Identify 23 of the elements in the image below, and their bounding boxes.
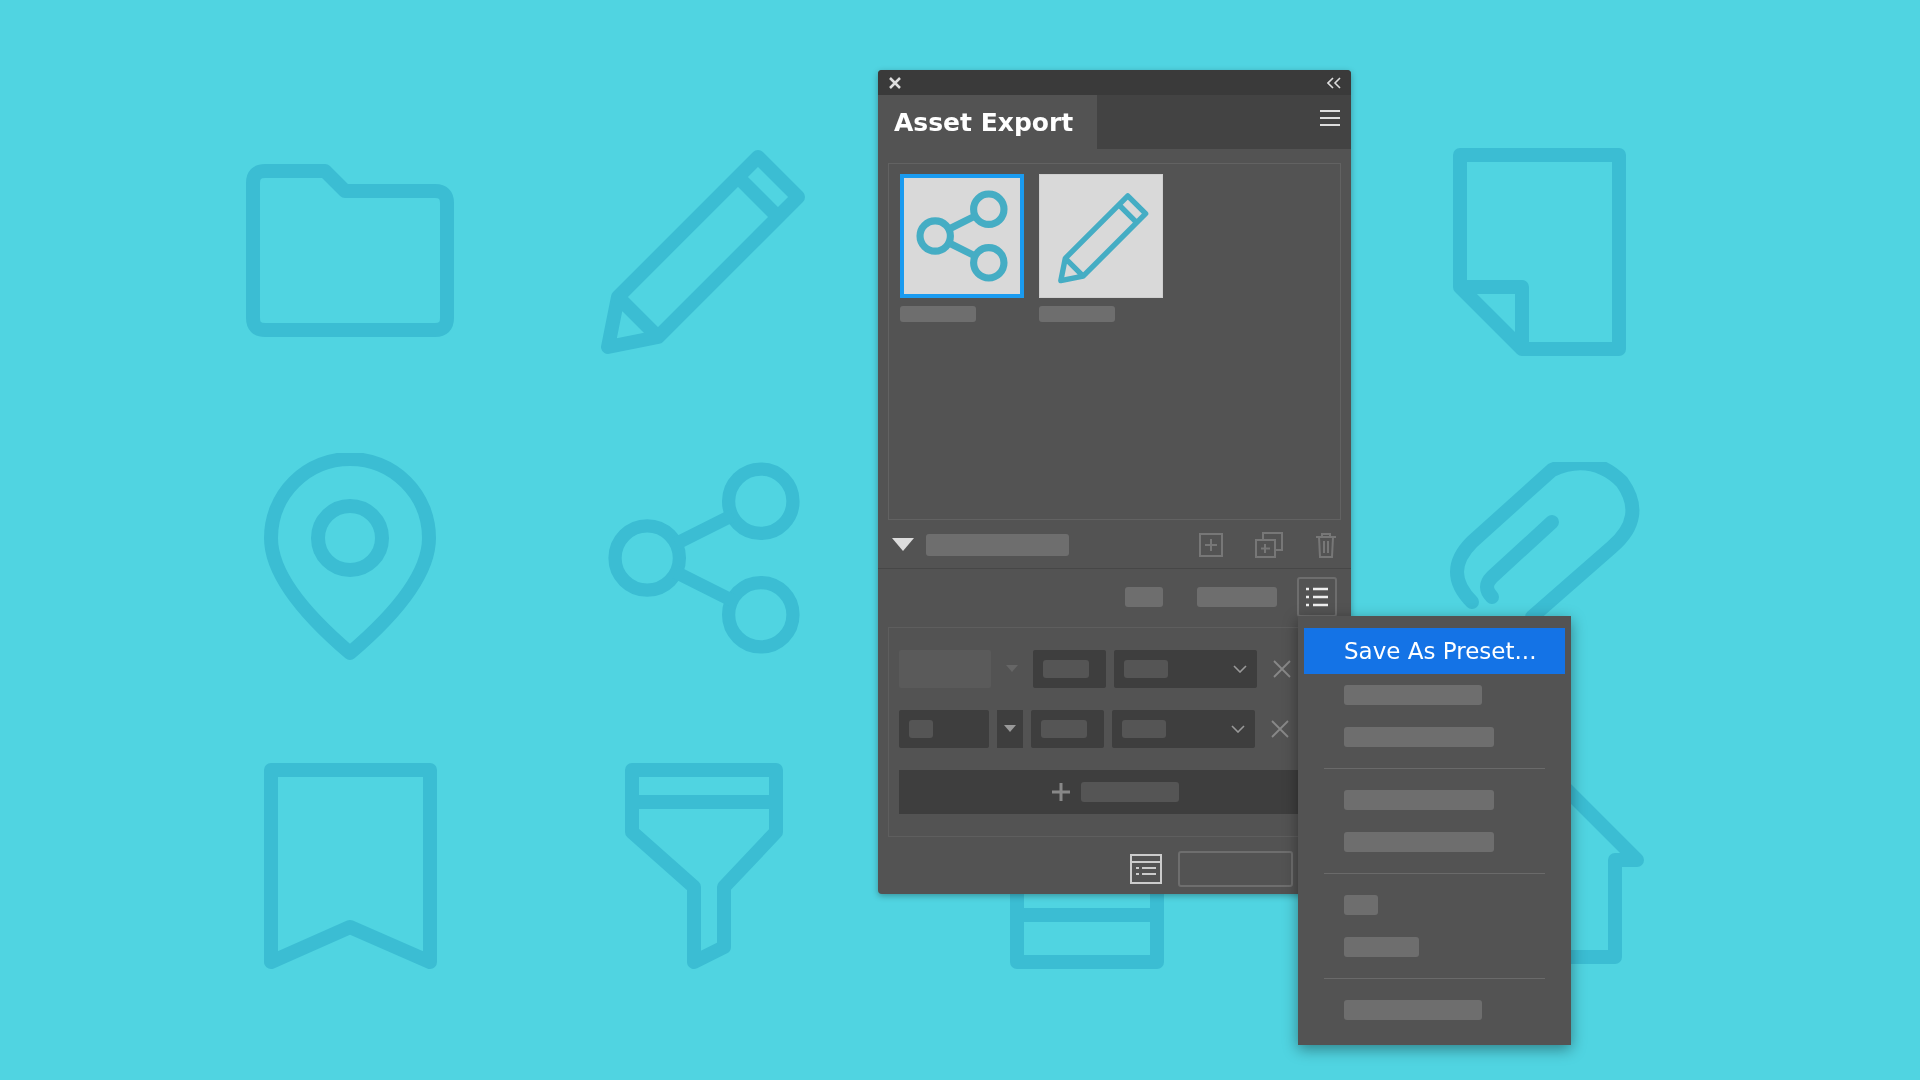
export-panel-icon[interactable] — [1130, 854, 1162, 884]
collapse-icon[interactable] — [1327, 76, 1341, 89]
chevron-icon — [1231, 725, 1245, 733]
list-icon — [1305, 586, 1329, 608]
add-icon[interactable] — [1199, 533, 1223, 557]
placeholder-bar — [1125, 587, 1163, 607]
remove-icon[interactable] — [1273, 660, 1291, 678]
placeholder-bar — [1344, 895, 1378, 915]
close-icon[interactable] — [888, 75, 902, 90]
export-button[interactable] — [1178, 851, 1293, 887]
panel-tab[interactable]: Asset Export — [878, 95, 1098, 149]
trash-icon[interactable] — [1315, 532, 1337, 558]
format-dropdown[interactable] — [1112, 710, 1255, 748]
remove-icon[interactable] — [1271, 720, 1289, 738]
menu-item[interactable]: Save As Preset... — [1304, 628, 1565, 674]
format-dropdown[interactable] — [1114, 650, 1257, 688]
disclosure-triangle-icon[interactable] — [892, 538, 914, 552]
menu-icon[interactable] — [1319, 109, 1341, 127]
duplicate-icon[interactable] — [1255, 532, 1283, 558]
asset-thumbnail[interactable] — [900, 174, 1024, 298]
plus-icon — [1050, 782, 1071, 802]
chevron-icon — [1233, 665, 1247, 673]
asset-thumbnail[interactable] — [1039, 174, 1163, 298]
